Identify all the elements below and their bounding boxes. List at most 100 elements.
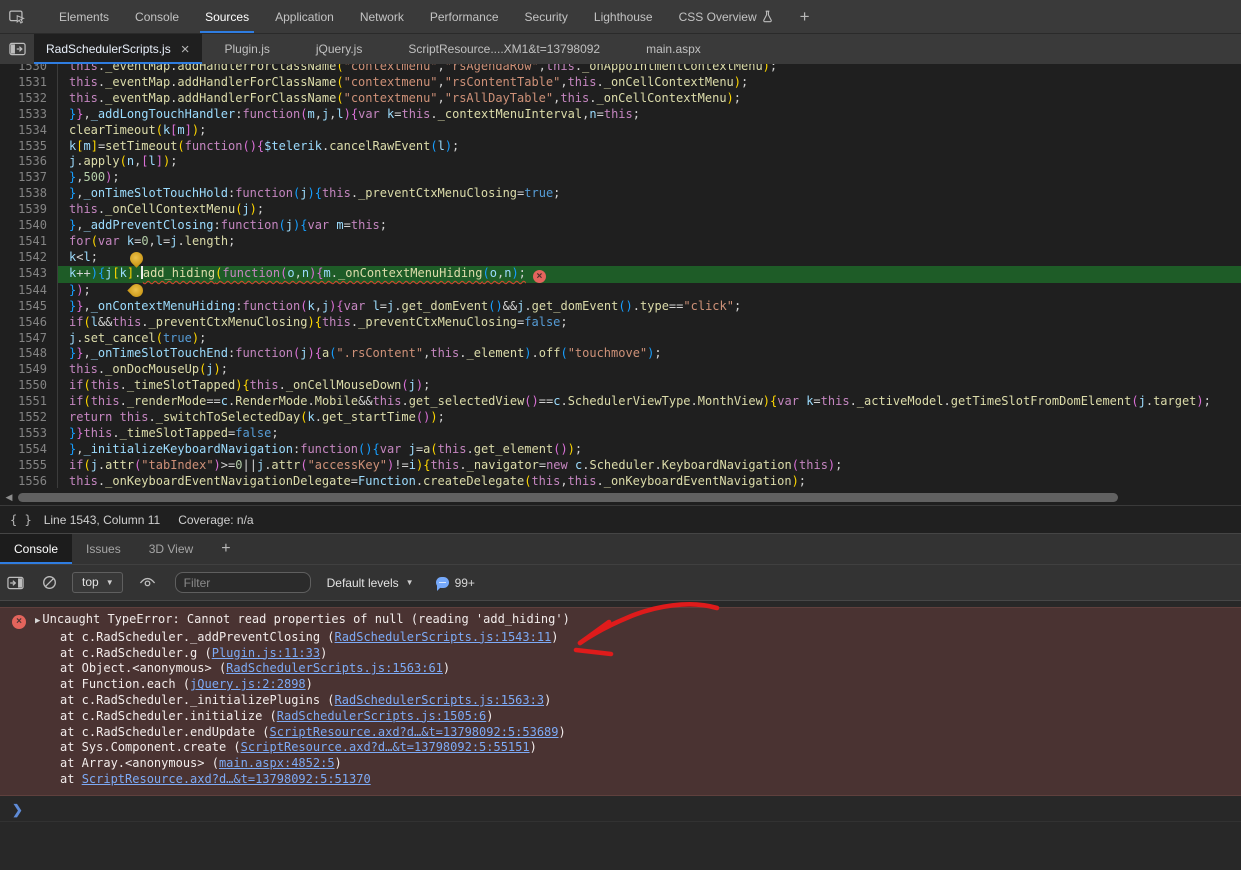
panel-tab-application[interactable]: Application [262,0,347,33]
panel-tab-sources[interactable]: Sources [192,0,262,33]
line-number[interactable]: 1556 [0,474,58,488]
code-line-1551[interactable]: 1551if(this._renderMode==c.RenderMode.Mo… [0,394,1241,410]
line-number[interactable]: 1547 [0,331,58,347]
line-number[interactable]: 1551 [0,394,58,410]
inline-error-icon[interactable]: × [533,270,546,283]
file-tab-scriptresource....xm1-t-13798092[interactable]: ScriptResource....XM1&t=13798092 [385,34,623,64]
code-line-1537[interactable]: 1537},500); [0,170,1241,186]
code-line-1547[interactable]: 1547j.set_cancel(true); [0,331,1241,347]
line-number[interactable]: 1548 [0,346,58,362]
code-line-1534[interactable]: 1534clearTimeout(k[m]); [0,123,1241,139]
code-line-1552[interactable]: 1552return this._switchToSelectedDay(k.g… [0,410,1241,426]
scrollbar-thumb[interactable] [18,493,1118,502]
stack-frame-link[interactable]: ScriptResource.axd?d…&t=13798092:5:53689 [270,725,559,739]
console-filter-input[interactable] [175,572,311,593]
code-line-1555[interactable]: 1555if(j.attr("tabIndex")>=0||j.attr("ac… [0,458,1241,474]
more-tabs-button[interactable]: + [786,0,824,33]
panel-tab-network[interactable]: Network [347,0,417,33]
horizontal-scrollbar[interactable]: ◀ [0,492,1241,502]
stack-frame-link[interactable]: RadSchedulerScripts.js:1563:61 [226,661,443,675]
log-levels-dropdown[interactable]: Default levels ▼ [327,576,414,590]
code-line-1541[interactable]: 1541for(var k=0,l=j.length; [0,234,1241,250]
source-editor[interactable]: 1530this._eventMap.addHandlerForClassNam… [0,64,1241,505]
line-number[interactable]: 1533 [0,107,58,123]
panel-tab-console[interactable]: Console [122,0,192,33]
line-number[interactable]: 1543 [0,266,58,283]
file-tab-jquery.js[interactable]: jQuery.js [293,34,385,64]
line-number[interactable]: 1534 [0,123,58,139]
line-number[interactable]: 1540 [0,218,58,234]
code-line-1536[interactable]: 1536j.apply(n,[l]); [0,154,1241,170]
console-output[interactable]: × ▶Uncaught TypeError: Cannot read prope… [0,601,1241,870]
code-line-1543[interactable]: 1543k++){j[k].add_hiding(function(o,n){m… [0,266,1241,283]
file-tab-radschedulerscripts.js[interactable]: RadSchedulerScripts.js× [34,34,202,64]
clear-console-icon[interactable] [34,565,64,600]
drawer-tab-issues[interactable]: Issues [72,534,135,564]
line-number[interactable]: 1544 [0,283,58,299]
line-number[interactable]: 1550 [0,378,58,394]
code-line-1549[interactable]: 1549this._onDocMouseUp(j); [0,362,1241,378]
code-line-1542[interactable]: 1542k<l; [0,250,1241,266]
add-drawer-tab-button[interactable]: + [207,534,244,564]
stack-frame-link[interactable]: ScriptResource.axd?d…&t=13798092:5:51370 [82,772,371,786]
panel-tab-elements[interactable]: Elements [46,0,122,33]
code-line-1530[interactable]: 1530this._eventMap.addHandlerForClassNam… [0,64,1241,75]
file-tab-plugin.js[interactable]: Plugin.js [202,34,293,64]
line-number[interactable]: 1531 [0,75,58,91]
code-line-1538[interactable]: 1538},_onTimeSlotTouchHold:function(j){t… [0,186,1241,202]
line-number[interactable]: 1545 [0,299,58,315]
execution-context-selector[interactable]: top ▼ [72,572,123,593]
code-line-1539[interactable]: 1539this._onCellContextMenu(j); [0,202,1241,218]
line-number[interactable]: 1546 [0,315,58,331]
panel-tab-performance[interactable]: Performance [417,0,512,33]
file-tab-main.aspx[interactable]: main.aspx [623,34,724,64]
code-line-1553[interactable]: 1553}}this._timeSlotTapped=false; [0,426,1241,442]
console-prompt[interactable]: ❯ [0,799,1241,822]
code-line-1544[interactable]: 1544}); [0,283,1241,299]
close-tab-icon[interactable]: × [179,42,192,57]
stack-frame-link[interactable]: ScriptResource.axd?d…&t=13798092:5:55151 [241,740,530,754]
line-number[interactable]: 1553 [0,426,58,442]
scrollbar-left-arrow-icon[interactable]: ◀ [0,492,18,503]
inspect-element-icon[interactable] [0,0,34,33]
code-line-1550[interactable]: 1550if(this._timeSlotTapped){this._onCel… [0,378,1241,394]
stack-frame-link[interactable]: Plugin.js:11:33 [212,646,320,660]
code-line-1546[interactable]: 1546if(l&&this._preventCtxMenuClosing){t… [0,315,1241,331]
line-number[interactable]: 1542 [0,250,58,266]
line-number[interactable]: 1541 [0,234,58,250]
pretty-print-icon[interactable]: { } [0,513,44,527]
show-console-sidebar-icon[interactable] [0,565,30,600]
line-number[interactable]: 1538 [0,186,58,202]
line-number[interactable]: 1536 [0,154,58,170]
line-number[interactable]: 1539 [0,202,58,218]
code-line-1532[interactable]: 1532this._eventMap.addHandlerForClassNam… [0,91,1241,107]
panel-tab-security[interactable]: Security [512,0,581,33]
code-line-1548[interactable]: 1548}},_onTimeSlotTouchEnd:function(j){a… [0,346,1241,362]
line-number[interactable]: 1554 [0,442,58,458]
messages-count-badge[interactable]: 99+ [436,576,475,590]
stack-frame-link[interactable]: jQuery.js:2:2898 [190,677,306,691]
code-line-1554[interactable]: 1554},_initializeKeyboardNavigation:func… [0,442,1241,458]
code-line-1545[interactable]: 1545}},_onContextMenuHiding:function(k,j… [0,299,1241,315]
code-line-1540[interactable]: 1540},_addPreventClosing:function(j){var… [0,218,1241,234]
code-line-1533[interactable]: 1533}},_addLongTouchHandler:function(m,j… [0,107,1241,123]
code-line-1531[interactable]: 1531this._eventMap.addHandlerForClassNam… [0,75,1241,91]
panel-tab-css-overview[interactable]: CSS Overview [666,0,786,33]
drawer-tab-console[interactable]: Console [0,534,72,564]
line-number[interactable]: 1530 [0,64,58,75]
panel-tab-lighthouse[interactable]: Lighthouse [581,0,666,33]
line-number[interactable]: 1532 [0,91,58,107]
line-number[interactable]: 1552 [0,410,58,426]
stack-frame-link[interactable]: RadSchedulerScripts.js:1543:11 [335,630,552,644]
drawer-tab-3d-view[interactable]: 3D View [135,534,207,564]
show-navigator-icon[interactable] [0,34,34,64]
expand-triangle-icon[interactable]: ▶ [35,616,40,626]
create-live-expression-icon[interactable] [133,565,163,600]
stack-frame-link[interactable]: RadSchedulerScripts.js:1505:6 [277,709,487,723]
code-line-1535[interactable]: 1535k[m]=setTimeout(function(){$telerik.… [0,139,1241,155]
line-number[interactable]: 1537 [0,170,58,186]
line-number[interactable]: 1535 [0,139,58,155]
line-number[interactable]: 1555 [0,458,58,474]
stack-frame-link[interactable]: main.aspx:4852:5 [219,756,335,770]
line-number[interactable]: 1549 [0,362,58,378]
